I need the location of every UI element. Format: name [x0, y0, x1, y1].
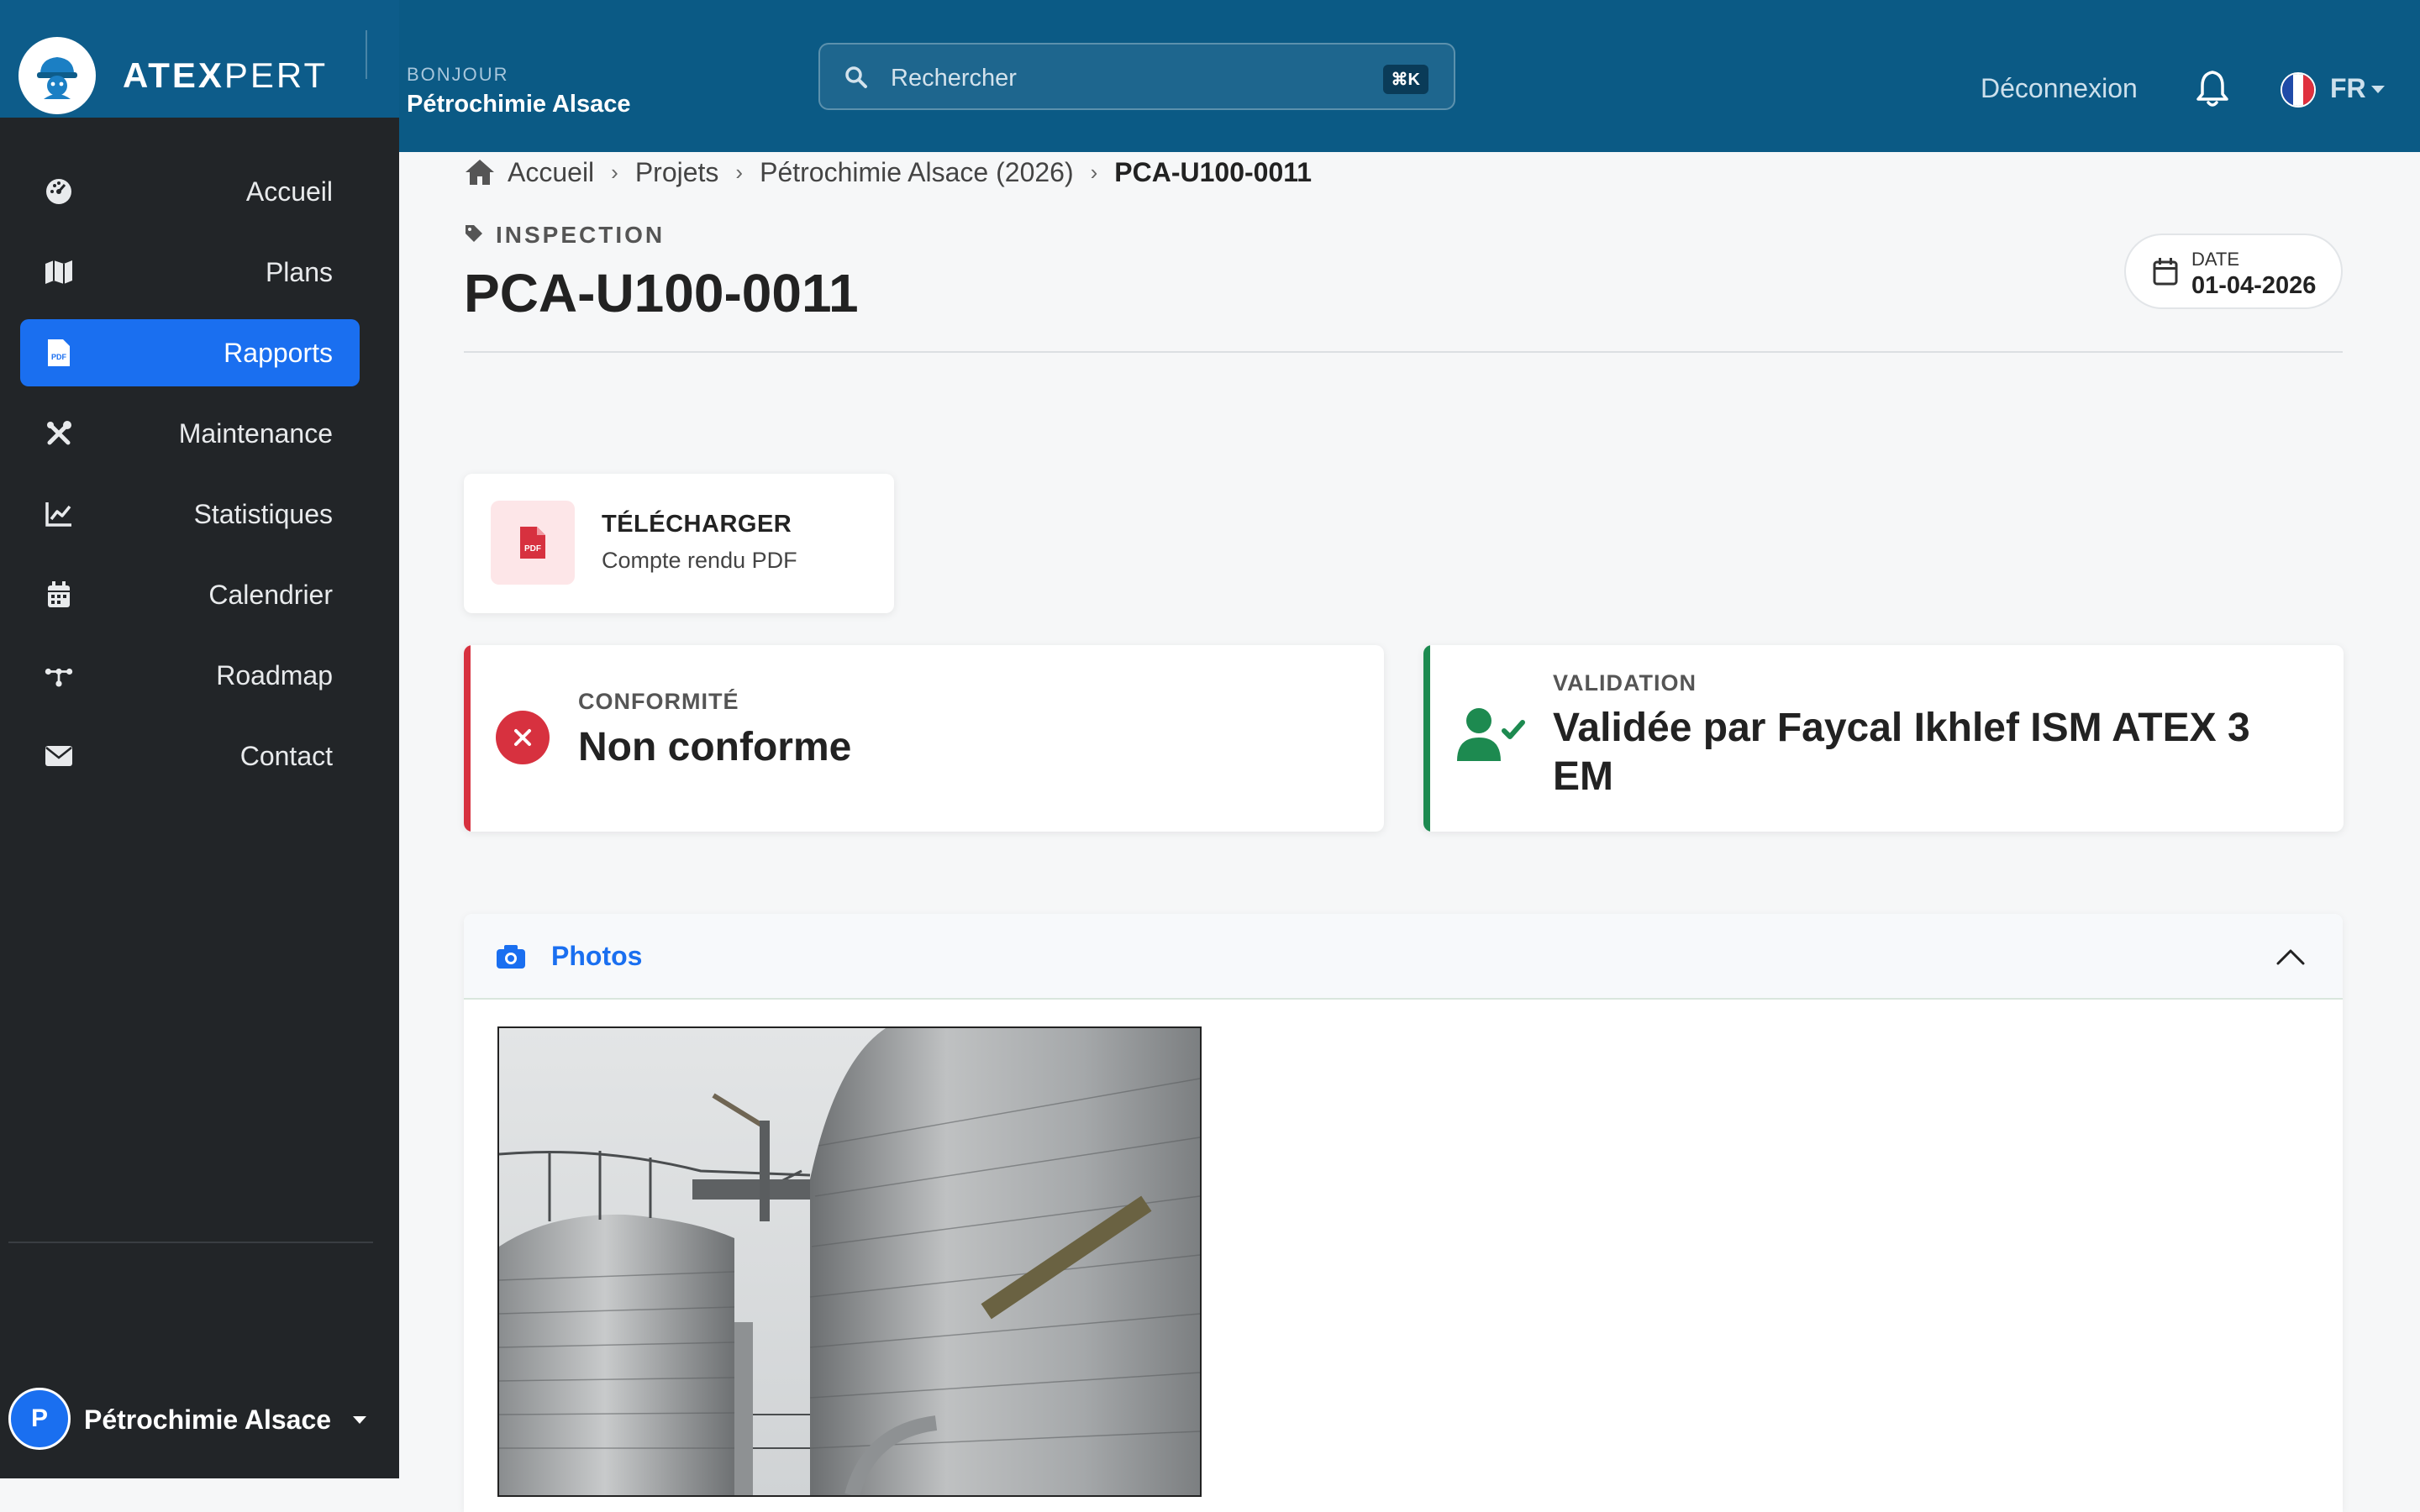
sidebar-item-label: Plans: [265, 257, 333, 287]
status-accent-bar: [464, 645, 471, 832]
record-type: INSPECTION: [464, 222, 665, 249]
page-title: PCA-U100-0011: [464, 263, 859, 323]
brand-name: ATEXPERT: [123, 55, 329, 95]
search-placeholder: Rechercher: [891, 65, 1017, 92]
app-logo: [18, 37, 96, 114]
caret-down-icon[interactable]: [2371, 86, 2385, 93]
notification-bell-icon[interactable]: [2195, 69, 2230, 112]
sidebar-item-label: Statistiques: [193, 499, 333, 529]
sidebar-item-plans[interactable]: Plans: [20, 239, 360, 306]
date-value: 01-04-2026: [2191, 272, 2317, 299]
sidebar-item-label: Accueil: [245, 176, 333, 207]
photos-header[interactable]: Photos: [464, 914, 2343, 1000]
download-pdf-button[interactable]: PDF TÉLÉCHARGER Compte rendu PDF: [464, 474, 894, 613]
svg-text:PDF: PDF: [51, 353, 67, 361]
calendar-icon: [44, 580, 74, 610]
status-accent-bar: [1423, 645, 1430, 832]
breadcrumb: Accueil › Projets › Pétrochimie Alsace (…: [464, 155, 1312, 190]
svg-text:PDF: PDF: [524, 544, 541, 554]
photos-title: Photos: [551, 941, 643, 971]
title-divider: [464, 351, 2343, 353]
tools-icon: [44, 418, 74, 449]
pdf-file-icon: PDF: [491, 501, 575, 585]
breadcrumb-link-projets[interactable]: Projets: [635, 157, 719, 188]
tag-icon: [464, 223, 484, 248]
logout-link[interactable]: Déconnexion: [1981, 73, 2138, 104]
sidebar-item-calendrier[interactable]: Calendrier: [20, 561, 360, 628]
sidebar-item-label: Maintenance: [178, 418, 333, 449]
user-menu[interactable]: Pétrochimie Alsace: [84, 1404, 331, 1436]
photos-panel: Photos: [464, 914, 2343, 1512]
sidebar-item-rapports[interactable]: PDF Rapports: [20, 319, 360, 386]
breadcrumb-link-accueil[interactable]: Accueil: [508, 157, 594, 188]
home-icon[interactable]: [464, 158, 496, 186]
greeting-label: BONJOUR: [407, 64, 509, 85]
type-label: INSPECTION: [496, 222, 666, 248]
breadcrumb-current: PCA-U100-0011: [1114, 156, 1313, 187]
conformity-value: Non conforme: [578, 725, 852, 769]
french-flag-icon[interactable]: [2281, 72, 2316, 108]
language-selector[interactable]: FR: [2330, 73, 2366, 104]
avatar[interactable]: P: [8, 1388, 71, 1450]
breadcrumb-separator: ›: [611, 159, 618, 185]
breadcrumb-separator: ›: [735, 159, 744, 185]
close-circle-icon: [496, 711, 550, 764]
caret-down-icon[interactable]: [353, 1416, 366, 1424]
chart-line-icon: [44, 499, 74, 529]
camera-icon: [496, 944, 526, 974]
envelope-icon: [44, 741, 74, 771]
header-divider: [366, 30, 367, 79]
search-icon: [844, 65, 869, 94]
pdf-file-icon: PDF: [44, 338, 74, 368]
sidebar-item-label: Rapports: [224, 338, 333, 368]
chevron-up-icon[interactable]: [2275, 948, 2306, 970]
sidebar-item-maintenance[interactable]: Maintenance: [20, 400, 360, 467]
greeting-name: Pétrochimie Alsace: [407, 91, 631, 118]
brand-area[interactable]: ATEXPERT: [0, 0, 399, 118]
sidebar-item-statistiques[interactable]: Statistiques: [20, 480, 360, 548]
sidebar-item-label: Calendrier: [208, 580, 333, 610]
sidebar-item-label: Roadmap: [216, 660, 333, 690]
sidebar-item-roadmap[interactable]: Roadmap: [20, 642, 360, 709]
date-badge: DATE 01-04-2026: [2124, 234, 2343, 309]
sidebar-item-label: Contact: [239, 741, 333, 771]
inspection-photo[interactable]: [497, 1026, 1202, 1497]
date-label: DATE: [2191, 249, 2240, 270]
roadmap-icon: [44, 660, 74, 690]
conformity-card: CONFORMITÉ Non conforme: [464, 645, 1384, 832]
validation-label: VALIDATION: [1553, 670, 1697, 696]
sidebar-item-contact[interactable]: Contact: [20, 722, 360, 790]
sidebar-item-accueil[interactable]: Accueil: [20, 158, 360, 225]
sidebar: Accueil Plans PDF Rapports Maintenance S…: [0, 118, 399, 1478]
download-subtitle: Compte rendu PDF: [602, 548, 797, 573]
search-shortcut: ⌘K: [1382, 65, 1428, 94]
breadcrumb-separator: ›: [1090, 159, 1098, 185]
conformity-label: CONFORMITÉ: [578, 689, 739, 714]
calendar-icon: [2153, 257, 2178, 290]
map-icon: [44, 257, 74, 287]
validation-card: VALIDATION Validée par Faycal Ikhlef ISM…: [1423, 645, 2344, 832]
search-bar[interactable]: Rechercher ⌘K: [818, 43, 1455, 110]
breadcrumb-link-project[interactable]: Pétrochimie Alsace (2026): [760, 157, 1074, 188]
gauge-icon: [44, 176, 74, 207]
validation-value: Validée par Faycal Ikhlef ISM ATEX 3 EM: [1553, 706, 2250, 799]
user-check-icon: [1455, 706, 1526, 769]
download-title: TÉLÉCHARGER: [602, 511, 792, 538]
sidebar-divider: [8, 1242, 373, 1243]
